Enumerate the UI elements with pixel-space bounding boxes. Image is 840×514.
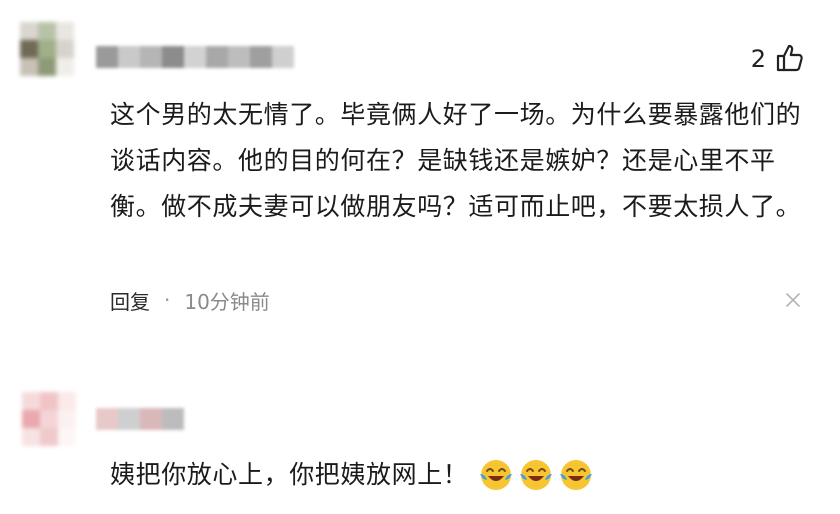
comment-text: 姨把你放心上，你把姨放网上！ [110, 460, 469, 489]
laughing-tears-emoji [560, 460, 593, 490]
comment-text-row: 姨把你放心上，你把姨放网上！ [110, 452, 810, 498]
thumbs-up-icon[interactable] [774, 42, 806, 74]
timestamp: 10分钟前 [184, 289, 270, 314]
comment-card: 2 这个男的太无情了。毕竟俩人好了一场。为什么要暴露他们的谈话内容。他的目的何在… [0, 0, 840, 340]
separator-dot: · [164, 288, 171, 312]
comment-text: 这个男的太无情了。毕竟俩人好了一场。为什么要暴露他们的谈话内容。他的目的何在？是… [110, 100, 802, 221]
emoji-group [478, 457, 594, 493]
laughing-tears-emoji [480, 460, 513, 490]
avatar[interactable] [22, 392, 76, 446]
avatar[interactable] [20, 22, 74, 76]
laughing-tears-emoji [520, 460, 553, 490]
username-blurred[interactable] [96, 46, 294, 68]
comment-actions: 回复 · 10分钟前 [110, 282, 270, 318]
username-blurred[interactable] [96, 408, 184, 430]
reply-button[interactable]: 回复 [110, 286, 150, 315]
close-icon[interactable] [786, 293, 800, 307]
like-count: 2 [750, 45, 766, 73]
